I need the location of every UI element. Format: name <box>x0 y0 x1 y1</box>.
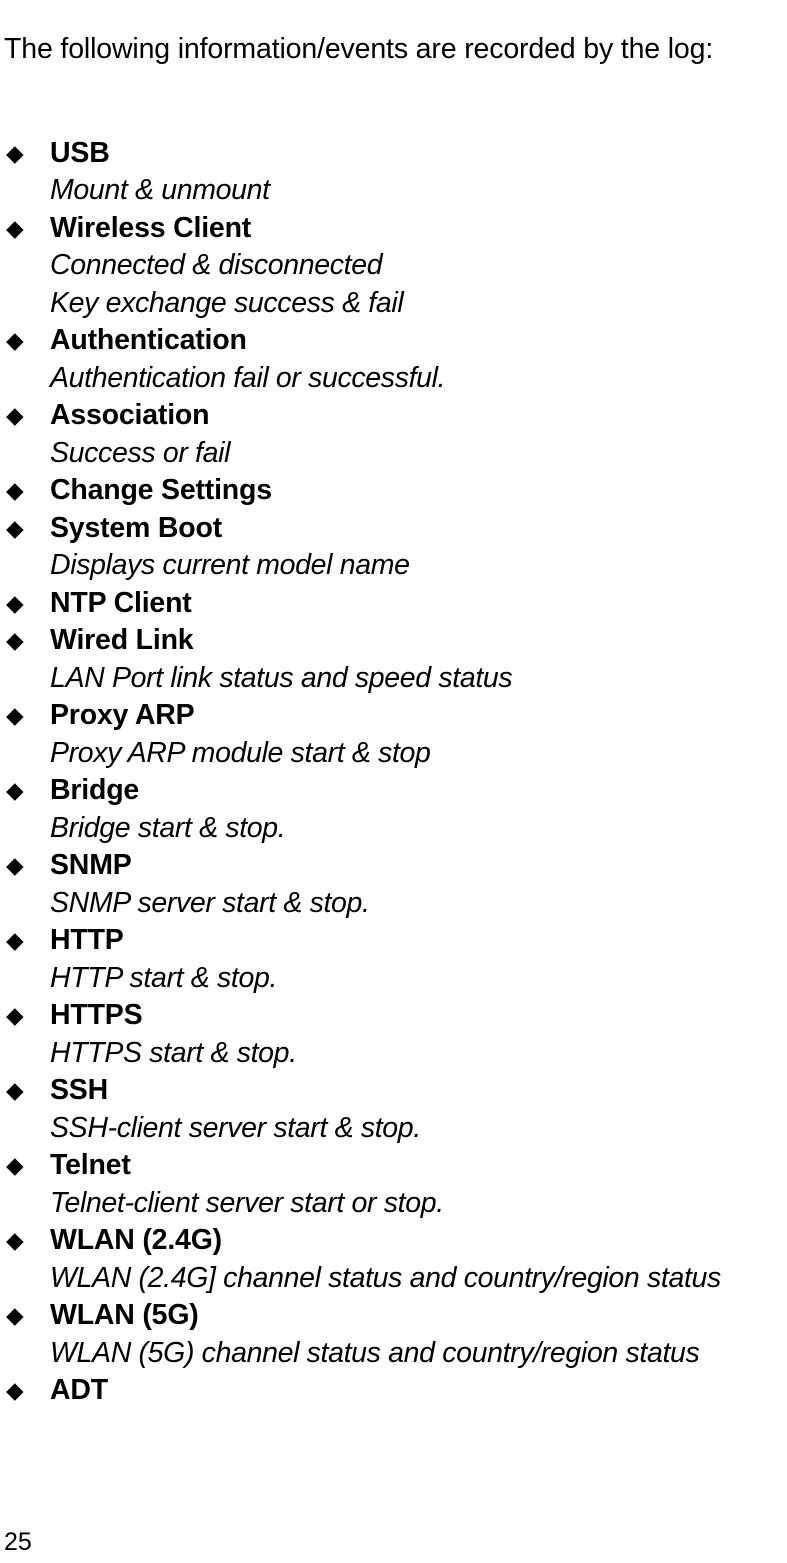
event-title: SNMP <box>50 849 132 881</box>
event-list-item: ◆ Authentication Authentication fail or su… <box>4 322 787 397</box>
event-list-item: ◆ SNMP SNMP server start & stop. <box>4 847 787 922</box>
diamond-bullet-icon: ◆ <box>6 1377 24 1403</box>
event-list-item: ◆ System Boot Displays current model name <box>4 510 787 585</box>
event-description: SSH-client server start & stop. <box>50 1111 421 1144</box>
event-list-item: ◆ WLAN (2.4G) WLAN (2.4G] channel status a… <box>4 1222 787 1297</box>
event-title: HTTP <box>50 924 124 956</box>
event-title: Association <box>50 399 210 431</box>
page-number: 25 <box>4 1528 32 1556</box>
event-list: ◆ USB Mount & unmount ◆ Wireless Client Conne… <box>4 135 787 1410</box>
event-title: Bridge <box>50 774 140 806</box>
diamond-bullet-icon: ◆ <box>6 327 24 353</box>
diamond-bullet-icon: ◆ <box>6 852 24 878</box>
event-title: Authentication <box>50 324 247 356</box>
diamond-bullet-icon: ◆ <box>6 1077 24 1103</box>
event-description: Connected & disconnected <box>50 249 383 281</box>
intro-paragraph: The following information/events are rec… <box>4 32 714 65</box>
event-description: Authentication fail or successful. <box>50 361 446 394</box>
event-description: SNMP server start & stop. <box>50 886 370 919</box>
event-description: HTTP start & stop. <box>50 961 278 994</box>
event-description: Bridge start & stop. <box>50 811 286 844</box>
event-list-item: ◆ Change Settings <box>4 472 787 510</box>
event-description: Success or fail <box>50 436 231 469</box>
event-title: Change Settings <box>50 474 272 506</box>
event-title: Telnet <box>50 1149 131 1181</box>
event-title: Proxy ARP <box>50 699 195 731</box>
event-title: WLAN (5G) <box>50 1299 199 1331</box>
event-list-item: ◆ SSH SSH-client server start & stop. <box>4 1072 787 1147</box>
event-list-item: ◆ Wireless Client Connected & disconnected… <box>4 210 787 323</box>
event-title: ADT <box>50 1374 108 1406</box>
diamond-bullet-icon: ◆ <box>6 702 24 728</box>
diamond-bullet-icon: ◆ <box>6 589 24 616</box>
intro-spacer <box>4 97 787 135</box>
diamond-bullet-icon: ◆ <box>6 1152 24 1178</box>
event-list-item: ◆ Association Success or fail <box>4 397 787 472</box>
diamond-bullet-icon: ◆ <box>6 1227 24 1253</box>
diamond-bullet-icon: ◆ <box>6 627 24 653</box>
event-list-item: ◆ Wired Link LAN Port link status and spee… <box>4 622 787 697</box>
diamond-bullet-icon: ◆ <box>6 139 24 166</box>
event-description: WLAN (2.4G] channel status and country/r… <box>50 1261 721 1294</box>
event-description: WLAN (5G) channel status and country/reg… <box>50 1336 700 1369</box>
event-title: HTTPS <box>50 999 143 1031</box>
event-description: Proxy ARP module start & stop <box>50 736 431 769</box>
event-list-item: ◆ HTTPS HTTPS start & stop. <box>4 997 787 1072</box>
event-description: Telnet-client server start or stop. <box>50 1186 444 1219</box>
event-title: USB <box>50 136 110 169</box>
event-list-item: ◆ USB Mount & unmount <box>4 135 787 210</box>
event-description: Key exchange success & fail <box>50 286 404 319</box>
event-title: Wired Link <box>50 624 194 656</box>
event-title: SSH <box>50 1074 109 1106</box>
event-description: LAN Port link status and speed status <box>50 661 513 694</box>
diamond-bullet-icon: ◆ <box>6 214 24 241</box>
event-title: Wireless Client <box>50 211 252 244</box>
diamond-bullet-icon: ◆ <box>6 777 24 803</box>
event-description: Mount & unmount <box>50 174 270 206</box>
event-list-item: ◆ WLAN (5G) WLAN (5G) channel status and c… <box>4 1297 787 1372</box>
event-title: WLAN (2.4G) <box>50 1224 222 1256</box>
event-list-item: ◆ HTTP HTTP start & stop. <box>4 922 787 997</box>
event-list-item: ◆ Bridge Bridge start & stop. <box>4 772 787 847</box>
diamond-bullet-icon: ◆ <box>6 514 24 541</box>
diamond-bullet-icon: ◆ <box>6 402 24 428</box>
event-description: HTTPS start & stop. <box>50 1036 297 1069</box>
diamond-bullet-icon: ◆ <box>6 477 24 503</box>
document-page: The following information/events are rec… <box>0 0 787 1563</box>
diamond-bullet-icon: ◆ <box>6 1302 24 1328</box>
event-list-item: ◆ Telnet Telnet-client server start or sto… <box>4 1147 787 1222</box>
event-title: NTP Client <box>50 586 192 619</box>
diamond-bullet-icon: ◆ <box>6 927 24 953</box>
event-title: System Boot <box>50 511 223 544</box>
event-list-item: ◆ Proxy ARP Proxy ARP module start & stop <box>4 697 787 772</box>
event-list-item: ◆ NTP Client <box>4 585 787 623</box>
event-list-item: ◆ ADT <box>4 1372 787 1410</box>
event-description: Displays current model name <box>50 549 410 581</box>
diamond-bullet-icon: ◆ <box>6 1002 24 1028</box>
